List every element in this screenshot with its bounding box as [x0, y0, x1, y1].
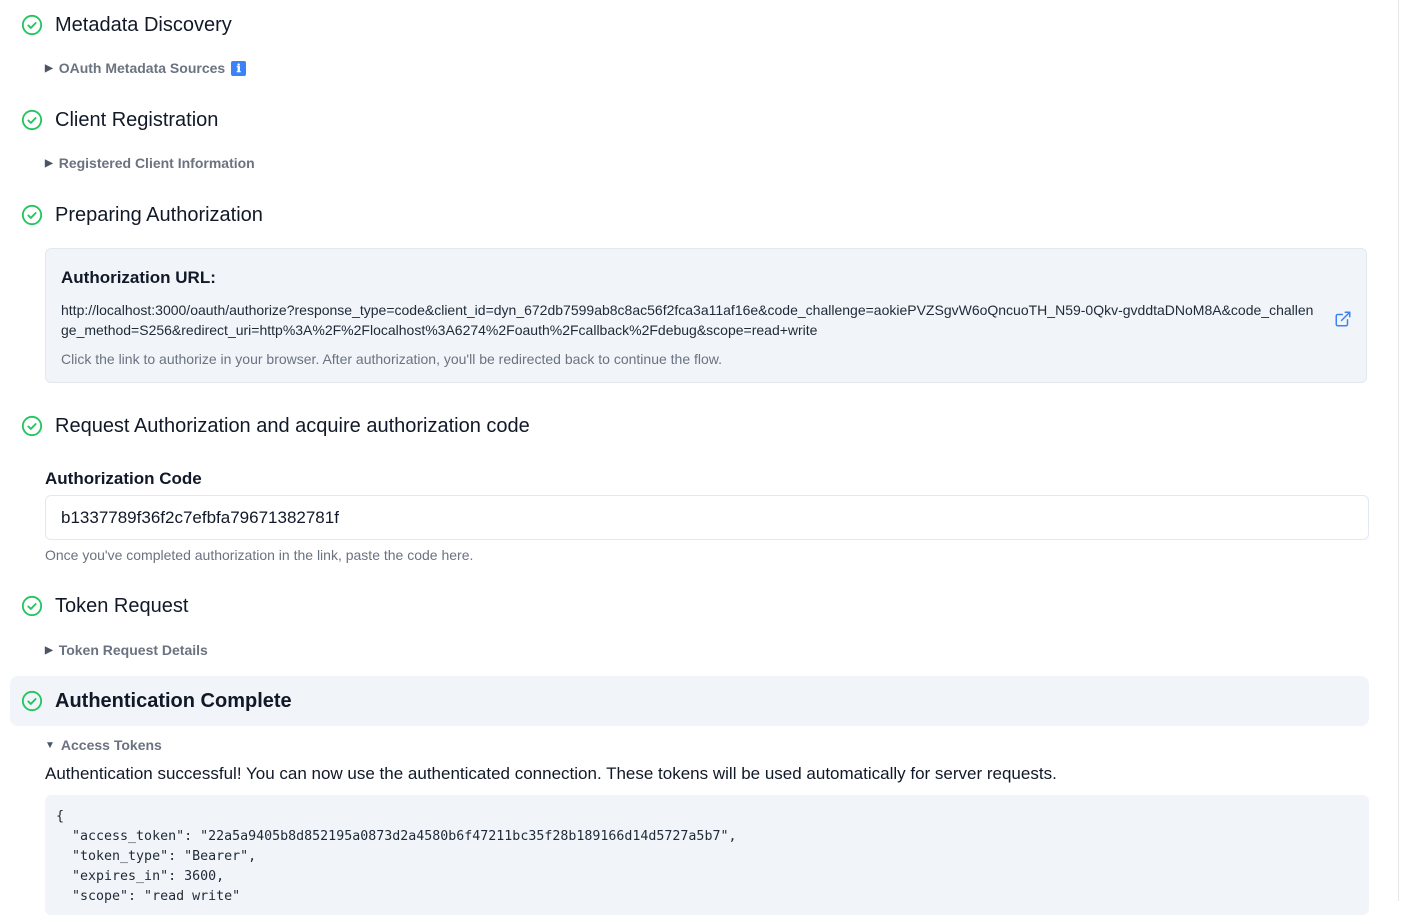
disclosure-label: OAuth Metadata Sources	[58, 60, 226, 76]
scroll-divider	[1398, 0, 1399, 901]
authorization-url[interactable]: http://localhost:3000/oauth/authorize?re…	[61, 300, 1321, 340]
step-authentication-complete: Authentication Complete	[10, 676, 1369, 726]
access-tokens-toggle[interactable]: ▼ Access Tokens	[45, 737, 162, 753]
step-title: Request Authorization and acquire author…	[55, 414, 530, 437]
caret-right-icon: ▶	[45, 157, 53, 169]
caret-right-icon: ▶	[45, 644, 53, 656]
step-title: Metadata Discovery	[55, 13, 232, 36]
caret-down-icon: ▼	[45, 739, 55, 751]
step-title: Token Request	[55, 594, 189, 617]
step-title: Client Registration	[55, 108, 219, 131]
authorization-code-help: Once you've completed authorization in t…	[45, 547, 474, 563]
authorization-code-label: Authorization Code	[45, 469, 202, 488]
check-circle-icon	[21, 204, 43, 226]
authorization-url-label: Authorization URL:	[61, 268, 216, 287]
caret-right-icon: ▶	[45, 62, 53, 74]
check-circle-icon	[21, 415, 43, 437]
token-request-details-toggle[interactable]: ▶ Token Request Details	[45, 642, 208, 658]
authorization-hint: Click the link to authorize in your brow…	[61, 351, 723, 367]
check-circle-icon	[21, 595, 43, 617]
disclosure-label: Registered Client Information	[58, 155, 255, 171]
step-preparing-authorization: Preparing Authorization	[10, 190, 1369, 240]
tokens-json: { "access_token": "22a5a9405b8d852195a08…	[56, 809, 737, 904]
disclosure-label: Token Request Details	[58, 642, 208, 658]
step-token-request: Token Request	[10, 581, 1369, 631]
tokens-json-block: { "access_token": "22a5a9405b8d852195a08…	[45, 795, 1369, 915]
check-circle-icon	[21, 109, 43, 131]
authorization-code-input[interactable]	[45, 495, 1369, 540]
oauth-metadata-sources-toggle[interactable]: ▶ OAuth Metadata Sources ℹ	[45, 60, 247, 76]
step-client-registration: Client Registration	[10, 95, 1369, 145]
registered-client-information-toggle[interactable]: ▶ Registered Client Information	[45, 155, 255, 171]
disclosure-label: Access Tokens	[60, 737, 162, 753]
external-link-icon[interactable]	[1334, 310, 1352, 328]
step-title: Preparing Authorization	[55, 203, 263, 226]
check-circle-icon	[21, 690, 43, 712]
authorization-url-panel: Authorization URL: http://localhost:3000…	[45, 248, 1367, 383]
check-circle-icon	[21, 14, 43, 36]
step-request-authorization: Request Authorization and acquire author…	[10, 401, 1369, 451]
success-message: Authentication successful! You can now u…	[45, 764, 1057, 783]
step-metadata-discovery: Metadata Discovery	[10, 0, 1369, 50]
step-title: Authentication Complete	[55, 689, 292, 712]
info-icon: ℹ	[231, 60, 247, 76]
